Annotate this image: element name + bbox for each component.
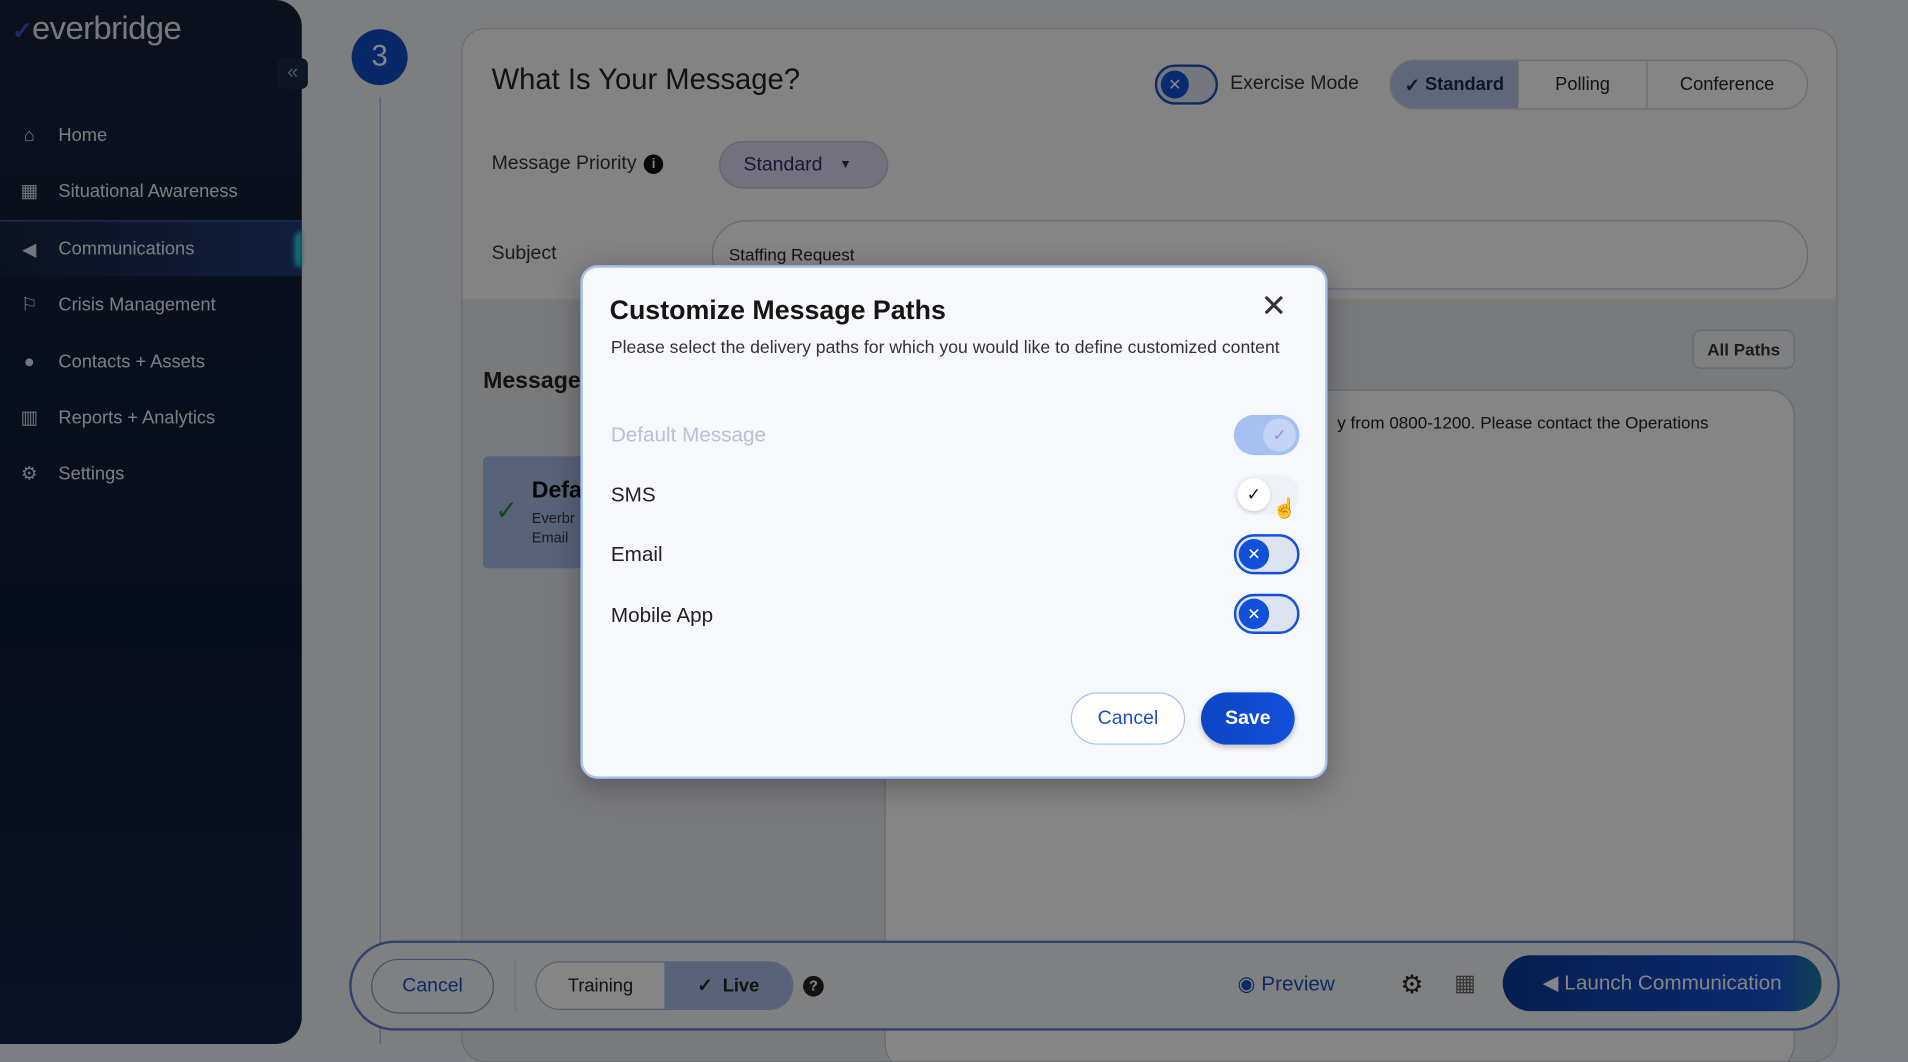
launch-label: Launch Communication — [1564, 971, 1782, 995]
map-icon: ▦ — [20, 181, 38, 202]
sidebar-item-situational-awareness[interactable]: ▦ Situational Awareness — [0, 163, 302, 219]
email-toggle[interactable]: ✕ — [1233, 534, 1300, 575]
check-icon: ✓ — [1404, 74, 1425, 96]
sidebar-item-reports-analytics[interactable]: ▥ Reports + Analytics — [0, 389, 302, 445]
cancel-button[interactable]: Cancel — [371, 958, 495, 1014]
dialog-cancel-button[interactable]: Cancel — [1070, 692, 1186, 745]
sidebar-item-settings[interactable]: ⚙ Settings — [0, 445, 302, 501]
sidebar-item-label: Reports + Analytics — [58, 407, 216, 428]
info-icon[interactable]: i — [643, 154, 664, 175]
exercise-mode-toggle[interactable]: ✕ — [1154, 64, 1219, 105]
sidebar-item-label: Situational Awareness — [58, 180, 238, 202]
subject-label: Subject — [491, 243, 557, 265]
caret-down-icon: ▼ — [839, 158, 852, 172]
dialog-description: Please select the delivery paths for whi… — [610, 338, 1280, 358]
divider — [514, 960, 516, 1012]
crisis-icon: ⚐ — [21, 294, 38, 316]
check-icon: ✓ — [697, 975, 723, 997]
sidebar-item-label: Contacts + Assets — [58, 351, 206, 372]
sidebar-item-crisis-management[interactable]: ⚐ Crisis Management — [0, 276, 302, 332]
logo-text: everbridge — [31, 9, 182, 47]
card-subtitle: Everbr — [531, 509, 575, 527]
message-heading: Message — [483, 368, 581, 395]
card-title: Defa — [531, 478, 582, 504]
label-text: Message Priority — [491, 153, 637, 175]
sidebar-item-communications[interactable]: ◀ Communications — [0, 220, 302, 277]
sidebar-item-contacts-assets[interactable]: ● Contacts + Assets — [0, 333, 302, 389]
tab-training[interactable]: Training — [537, 962, 665, 1008]
everbridge-logo[interactable]: ✓everbridge — [12, 9, 182, 48]
tab-label: Polling — [1555, 74, 1610, 95]
pointer-cursor-icon: ☝ — [1272, 498, 1298, 520]
all-paths-button[interactable]: All Paths — [1692, 329, 1795, 369]
mobile-app-toggle[interactable]: ✕ — [1233, 593, 1300, 634]
app: ✓everbridge « ⌂ Home ▦ Situational Awarene… — [0, 0, 1908, 1062]
sidebar-item-label: Communications — [58, 238, 195, 260]
eye-icon: ◉ — [1237, 972, 1262, 996]
preview-label: Preview — [1261, 972, 1335, 996]
launch-communication-button[interactable]: ◀ Launch Communication — [1502, 955, 1822, 1012]
preview-button[interactable]: ◉ Preview — [1237, 972, 1334, 996]
x-icon: ✕ — [1238, 539, 1270, 570]
sidebar: ✓everbridge « ⌂ Home ▦ Situational Awarene… — [0, 0, 308, 1045]
check-icon: ✓ — [1263, 418, 1296, 452]
home-icon: ⌂ — [23, 124, 35, 146]
step-line — [379, 97, 381, 1045]
dialog-save-button[interactable]: Save — [1200, 692, 1295, 745]
training-live-toggle: Training ✓ Live — [535, 961, 794, 1010]
path-sms-label: SMS — [610, 483, 656, 507]
x-icon: ✕ — [1238, 598, 1270, 630]
check-icon: ✓ — [1237, 478, 1271, 512]
customize-message-paths-dialog: Customize Message Paths ✕ Please select … — [580, 265, 1328, 779]
message-body-text: y from 0800-1200. Please contact the Ope… — [1337, 412, 1709, 432]
collapse-sidebar-button[interactable]: « — [277, 58, 308, 89]
default-message-toggle: ✓ — [1233, 414, 1300, 456]
tab-standard[interactable]: ✓ Standard — [1390, 60, 1520, 109]
path-mobile-app-label: Mobile App — [610, 603, 714, 627]
sidebar-item-label: Settings — [58, 462, 125, 484]
path-default-message-label: Default Message — [610, 423, 767, 447]
tab-label: Standard — [1424, 74, 1505, 95]
x-icon: ✕ — [1160, 70, 1189, 99]
gear-icon: ⚙ — [21, 463, 38, 485]
message-priority-label: Message Priority i — [492, 153, 664, 175]
map-pin-icon: ● — [23, 351, 35, 372]
check-icon: ✓ — [495, 495, 518, 526]
bar-chart-icon: ▥ — [20, 407, 38, 429]
tab-label: Training — [567, 975, 634, 996]
step-indicator: 3 — [351, 29, 408, 86]
tab-label: Conference — [1679, 74, 1775, 95]
megaphone-icon: ◀ — [1542, 971, 1565, 995]
tab-conference[interactable]: Conference — [1647, 61, 1807, 108]
path-email-label: Email — [610, 542, 663, 566]
megaphone-icon: ◀ — [22, 239, 37, 260]
sidebar-item-label: Crisis Management — [58, 293, 216, 315]
dropdown-value: Standard — [743, 154, 823, 176]
bottom-action-bar: Cancel Training ✓ Live ? ◉ Preview ⚙ ▦ ◀… — [349, 940, 1840, 1031]
close-icon[interactable]: ✕ — [1261, 290, 1288, 322]
tab-live[interactable]: ✓ Live — [664, 962, 793, 1009]
exercise-mode-label: Exercise Mode — [1230, 73, 1359, 94]
tab-polling[interactable]: Polling — [1519, 60, 1648, 109]
message-type-tabs: ✓ Standard Polling Conference — [1389, 59, 1809, 110]
dialog-title: Customize Message Paths — [609, 294, 946, 325]
sidebar-item-label: Home — [58, 124, 108, 146]
card-path: Email — [531, 529, 569, 547]
page-title: What Is Your Message? — [491, 63, 801, 97]
help-icon[interactable]: ? — [803, 975, 824, 997]
sidebar-item-home[interactable]: ⌂ Home — [0, 107, 302, 163]
tab-label: Live — [722, 975, 760, 996]
gear-icon[interactable]: ⚙ — [1401, 970, 1424, 1000]
message-priority-dropdown[interactable]: Standard ▼ — [719, 141, 889, 189]
calendar-icon[interactable]: ▦ — [1454, 970, 1476, 998]
